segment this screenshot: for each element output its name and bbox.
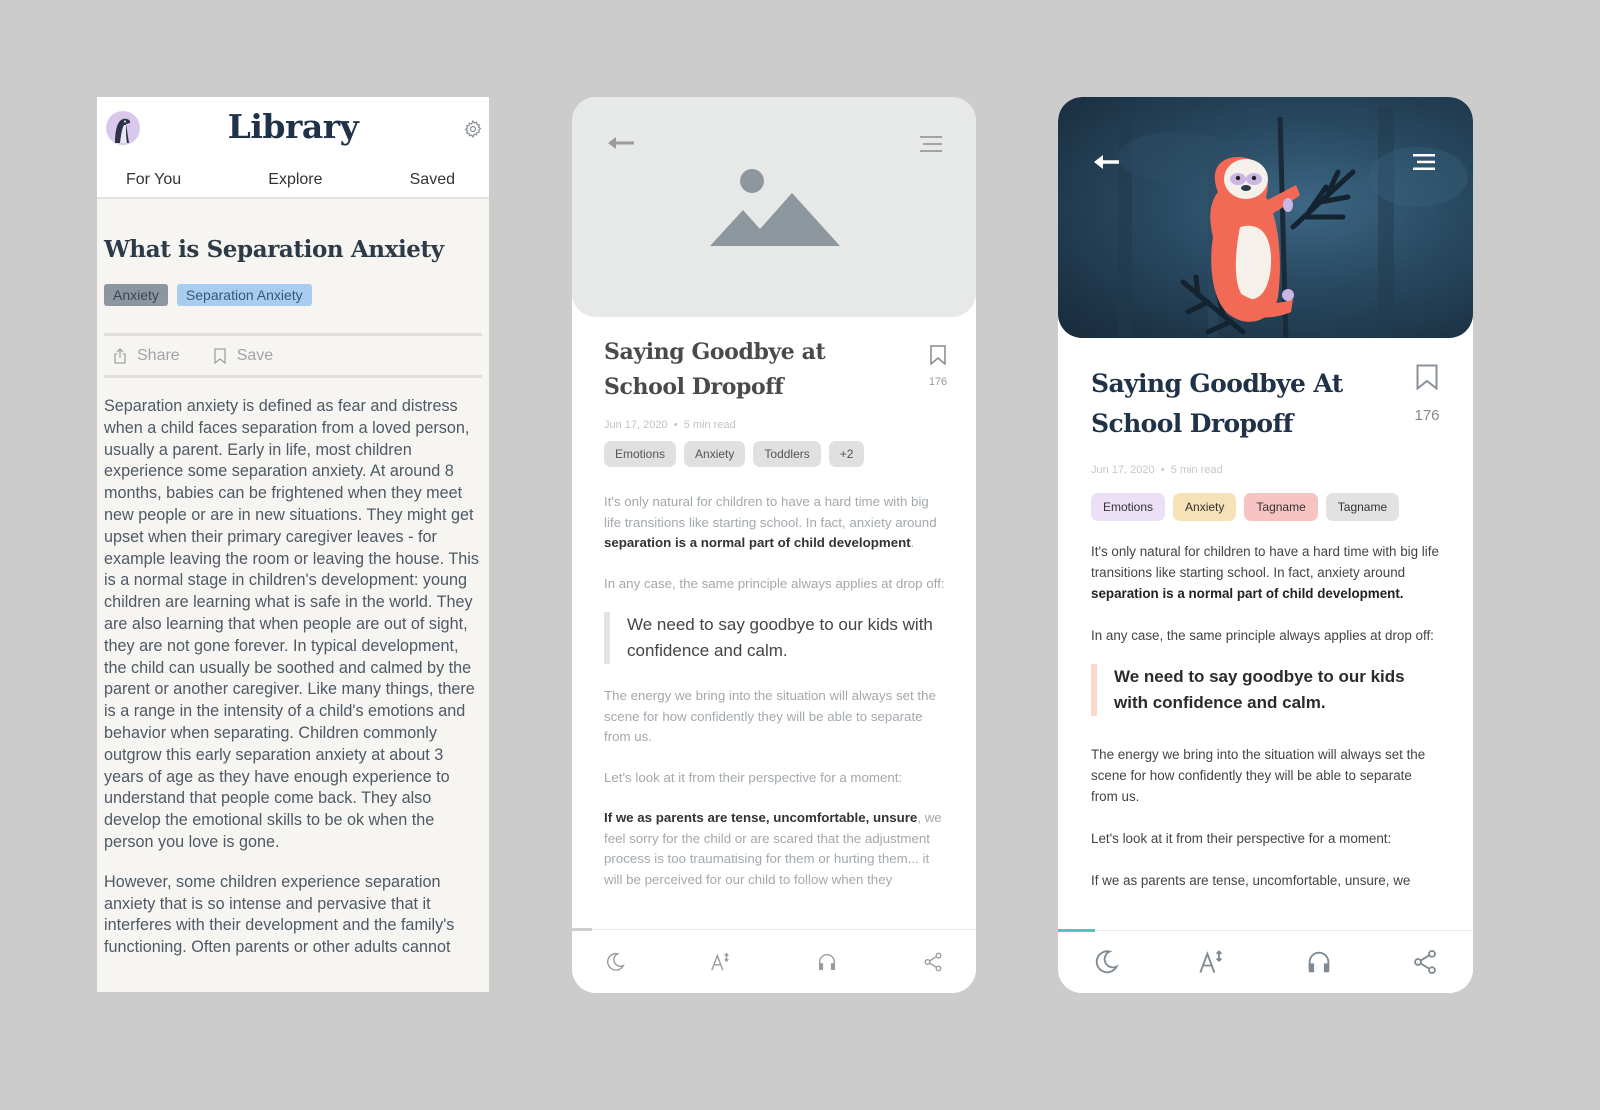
article-meta: Jun 17, 2020 • 5 min read [604, 419, 949, 431]
share-icon[interactable] [922, 951, 944, 973]
moon-icon[interactable] [1092, 948, 1120, 976]
share-icon[interactable] [1411, 948, 1439, 976]
bookmark-count: 176 [928, 376, 948, 388]
article-title: Saying Goodbye at School Dropoff [604, 339, 826, 400]
paragraph: Separation anxiety is defined as fear an… [104, 397, 479, 851]
paragraph: It's only natural for children to have a… [1091, 541, 1441, 604]
final-article-screen: Saying Goodbye At School Dropoff 176 Jun… [1058, 97, 1473, 993]
tag-tagname[interactable]: Tagname [1325, 493, 1400, 521]
menu-icon[interactable] [1413, 154, 1435, 170]
wireframe-article-screen: Saying Goodbye at School Dropoff 176 Jun… [572, 97, 976, 993]
paragraph: It's only natural for children to have a… [604, 492, 949, 554]
share-button[interactable]: Share [112, 347, 180, 365]
paragraph: However, some children experience separa… [104, 872, 455, 957]
share-icon [114, 347, 126, 364]
menu-icon[interactable] [920, 135, 942, 153]
publish-date: Jun 17, 2020 [1091, 464, 1155, 476]
reader-toolbar [572, 928, 976, 993]
sloth-illustration [1180, 117, 1356, 338]
article-title: What is Separation Anxiety [104, 236, 444, 263]
paragraph: Let's look at it from their perspective … [604, 769, 903, 785]
tag-toddlers[interactable]: Toddlers [753, 441, 821, 467]
tag-list: Emotions Anxiety Toddlers +2 [604, 441, 949, 467]
bookmark-icon [930, 345, 946, 366]
image-placeholder-icon [710, 169, 840, 246]
bookmark-button[interactable]: 176 [927, 345, 949, 388]
bookmark-button[interactable]: 176 [1413, 364, 1441, 424]
paragraph: In any case, the same principle always a… [604, 575, 945, 591]
text-size-icon[interactable] [1198, 948, 1226, 976]
tag-anxiety[interactable]: Anxiety [104, 284, 168, 306]
headphones-icon[interactable] [816, 951, 838, 973]
pull-quote: We need to say goodbye to our kids with … [1091, 664, 1441, 716]
page-title: Library [227, 107, 359, 146]
meta-separator: • [670, 419, 681, 431]
tag-anxiety[interactable]: Anxiety [1173, 493, 1237, 521]
tab-saved[interactable]: Saved [410, 171, 455, 189]
reader-toolbar [1058, 929, 1473, 993]
tab-explore[interactable]: Explore [268, 171, 322, 189]
bold-text: separation is a normal part of child dev… [1091, 586, 1404, 601]
text-size-icon[interactable] [710, 951, 732, 973]
bookmark-icon [214, 347, 226, 364]
save-label: Save [236, 346, 274, 364]
library-tabs: For You Explore Saved [97, 163, 489, 199]
back-arrow-icon[interactable] [1094, 154, 1120, 170]
article: Saying Goodbye At School Dropoff 176 Jun… [1091, 364, 1441, 891]
article: Saying Goodbye at School Dropoff 176 Jun… [604, 335, 949, 890]
article-actions: Share Save [104, 333, 482, 378]
paragraph: In any case, the same principle always a… [1091, 628, 1434, 643]
article: What is Separation Anxiety Anxiety Separ… [97, 236, 489, 959]
back-arrow-icon[interactable] [608, 135, 636, 151]
text: It's only natural for children to have a… [604, 494, 937, 530]
paragraph: If we as parents are tense, uncomfortabl… [1091, 873, 1411, 888]
tag-list: Anxiety Separation Anxiety [104, 284, 482, 306]
text: . [910, 535, 915, 550]
article-meta: Jun 17, 2020 • 5 min read [1091, 464, 1441, 476]
bookmark-count: 176 [1414, 407, 1440, 424]
moon-icon[interactable] [604, 951, 626, 973]
tag-tagname[interactable]: Tagname [1244, 493, 1318, 521]
tag-more[interactable]: +2 [828, 441, 865, 467]
library-header: Library [97, 97, 489, 163]
gear-icon[interactable] [463, 119, 483, 139]
publish-date: Jun 17, 2020 [604, 419, 668, 431]
share-label: Share [137, 346, 180, 364]
library-screen: Library For You Explore Saved What is Se… [97, 97, 489, 992]
reading-progress-bar [572, 928, 593, 931]
bold-text: separation is a normal part of child dev… [604, 535, 911, 550]
pull-quote: We need to say goodbye to our kids with … [604, 612, 949, 664]
tag-anxiety[interactable]: Anxiety [684, 441, 746, 467]
article-title: Saying Goodbye At School Dropoff [1091, 369, 1343, 438]
article-body: Separation anxiety is defined as fear an… [104, 396, 482, 959]
paragraph: Let's look at it from their perspective … [1091, 831, 1392, 846]
paragraph: The energy we bring into the situation w… [604, 688, 936, 744]
read-time: 5 min read [683, 419, 736, 431]
text: It's only natural for children to have a… [1091, 544, 1439, 580]
bookmark-icon [1416, 364, 1438, 391]
article-body: It's only natural for children to have a… [604, 492, 949, 890]
meta-separator: • [1157, 464, 1168, 476]
reading-progress-bar [1058, 929, 1096, 932]
save-button[interactable]: Save [212, 347, 273, 365]
headphones-icon[interactable] [1305, 948, 1333, 976]
article-body: It's only natural for children to have a… [1091, 541, 1441, 891]
tag-separation-anxiety[interactable]: Separation Anxiety [176, 284, 312, 306]
tag-emotions[interactable]: Emotions [1091, 493, 1166, 521]
hero-illustration [1058, 97, 1473, 338]
read-time: 5 min read [1170, 464, 1223, 476]
hero-image-placeholder [572, 97, 976, 317]
paragraph: If we as parents are tense, uncomfortabl… [604, 808, 949, 890]
tab-for-you[interactable]: For You [126, 171, 181, 189]
paragraph: The energy we bring into the situation w… [1091, 747, 1426, 804]
tag-list: Emotions Anxiety Tagname Tagname [1091, 493, 1441, 521]
tag-emotions[interactable]: Emotions [604, 441, 677, 467]
bold-text: If we as parents are tense, uncomfortabl… [604, 810, 918, 825]
